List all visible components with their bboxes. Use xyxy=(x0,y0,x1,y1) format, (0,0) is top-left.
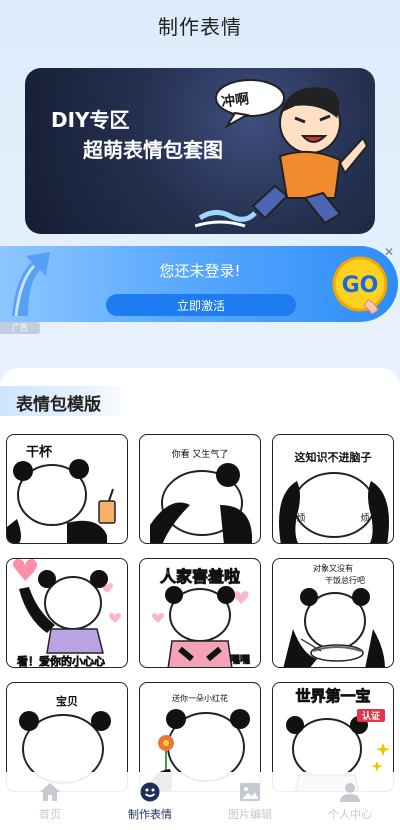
nav-item-home[interactable]: 首页 xyxy=(0,772,100,830)
template-section: 表情包模版 干杯 你看 又生气了 这知识不进脑子 烦 烦 看！爱你的小心心 人家… xyxy=(0,368,400,830)
template-card-eat[interactable]: 对象又没有 干饭总行吧 xyxy=(272,558,394,668)
top-bar: 制作表情 xyxy=(0,0,400,50)
login-promo: 您还未登录! 立即激活 GO ✕ 广告 xyxy=(0,246,400,338)
template-card-cheers[interactable]: 干杯 xyxy=(6,434,128,544)
close-icon[interactable]: ✕ xyxy=(384,246,396,258)
section-title: 表情包模版 xyxy=(16,395,101,415)
page-title: 制作表情 xyxy=(158,14,242,39)
nav-label: 个人中心 xyxy=(328,808,372,821)
nav-item-image-edit[interactable]: 图片编辑 xyxy=(200,772,300,830)
nav-label: 图片编辑 xyxy=(228,808,272,821)
go-badge-icon[interactable]: GO xyxy=(328,254,392,318)
arrow-icon xyxy=(12,252,50,317)
card-caption: 宝贝 xyxy=(56,695,78,708)
card-caption: 这知识不进脑子 xyxy=(294,451,372,464)
bottom-nav: 首页 制作表情 图片编辑 个人中心 xyxy=(0,772,400,830)
nav-label: 首页 xyxy=(39,808,61,821)
card-caption: 人家害羞啦 xyxy=(159,567,241,587)
nav-item-profile[interactable]: 个人中心 xyxy=(300,772,400,830)
banner-heading: DIY专区 xyxy=(51,108,130,132)
user-icon xyxy=(340,783,360,802)
verified-stamp: 认证 xyxy=(357,709,385,722)
image-icon xyxy=(240,783,260,801)
speech-bubble-text: 冲啊 xyxy=(220,91,251,111)
home-icon xyxy=(40,783,60,801)
card-extra-right: 烦 xyxy=(360,514,370,524)
card-caption: 你看 又生气了 xyxy=(171,450,229,460)
template-card-shy[interactable]: 人家害羞啦 嘿嘿 xyxy=(139,558,261,668)
card-caption: 世界第一宝 xyxy=(295,687,371,706)
activate-button[interactable]: 立即激活 xyxy=(106,294,296,316)
template-card-angry[interactable]: 你看 又生气了 xyxy=(139,434,261,544)
card-caption: 看！爱你的小心心 xyxy=(17,655,106,668)
card-caption: 干杯 xyxy=(25,445,52,460)
template-card-knowledge[interactable]: 这知识不进脑子 烦 烦 xyxy=(272,434,394,544)
ad-tag: 广告 xyxy=(0,322,40,334)
nav-item-make-sticker[interactable]: 制作表情 xyxy=(100,772,200,830)
activate-button-label: 立即激活 xyxy=(176,298,225,313)
card-extra: 干饭总行吧 xyxy=(325,576,365,585)
card-caption: 对象又没有 xyxy=(313,564,353,573)
diy-banner[interactable]: DIY专区 超萌表情包套图 冲啊 xyxy=(25,68,375,234)
card-extra: 嘿嘿 xyxy=(230,655,251,667)
nav-label: 制作表情 xyxy=(128,808,172,821)
smiley-icon xyxy=(140,782,160,802)
template-card-heart[interactable]: 看！爱你的小心心 xyxy=(6,558,128,668)
card-caption: 送你一朵小红花 xyxy=(172,694,228,703)
go-badge-text: GO xyxy=(342,273,379,298)
panda-sticker-icon xyxy=(13,559,121,654)
